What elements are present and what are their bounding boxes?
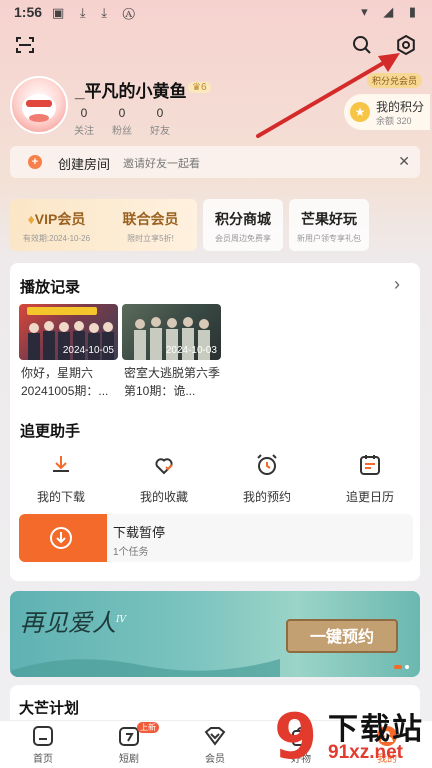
scan-icon[interactable] <box>12 32 38 58</box>
nav-label: 短剧 <box>119 754 139 765</box>
card-title: VIP会员 <box>34 211 86 227</box>
history-thumb-2[interactable]: 2024-10-03 <box>122 304 221 360</box>
close-icon[interactable]: ✕ <box>398 153 410 170</box>
card-title: 芒果好玩 <box>301 211 357 227</box>
create-room-bar[interactable]: + 创建房间 邀请好友一起看 ✕ <box>10 146 420 178</box>
room-subtitle: 邀请好友一起看 <box>123 158 200 170</box>
heart-icon <box>151 452 177 478</box>
status-bar: 1:56 ▣ ⤓ ⤓ Ⓐ ▾ ◢ ▮ <box>0 0 432 26</box>
update-calendar-button[interactable]: 追更日历 <box>335 452 405 505</box>
history-date: 2024-10-03 <box>165 345 217 356</box>
points-title: 我的积分 <box>376 100 425 114</box>
assistant-title: 追更助手 <box>20 423 81 440</box>
banner-indicator <box>394 665 402 669</box>
vip-icon <box>203 724 227 748</box>
history-title: 播放记录 <box>20 279 81 296</box>
plan-title: 大芒计划 <box>19 700 80 717</box>
union-member-card[interactable]: 联合会员 限时立享5折! <box>104 199 197 251</box>
stat-friends[interactable]: 0 好友 <box>138 106 182 137</box>
tool-label: 我的下载 <box>36 490 85 504</box>
history-thumb-1[interactable]: 2024-10-05 <box>19 304 118 360</box>
my-points-card[interactable]: ★ 我的积分 余额 320 <box>344 94 430 130</box>
coin-icon: ★ <box>350 102 370 122</box>
card-subtitle: 会员周边免费享 <box>215 234 271 243</box>
level-badge: ♛6 <box>188 82 211 93</box>
download-paused-row[interactable]: 下载暂停 1个任务 <box>19 514 413 562</box>
card-subtitle: 有效期:2024-10-26 <box>22 234 91 243</box>
my-reservations-button[interactable]: 我的预约 <box>232 452 302 505</box>
chevron-right-icon[interactable]: › <box>394 274 400 295</box>
tool-label: 我的收藏 <box>139 490 188 504</box>
plus-icon: + <box>28 155 42 169</box>
card-subtitle: 限时立享5折! <box>127 234 174 243</box>
promo-banner[interactable]: 再见爱人IV 一键预约 <box>10 591 420 677</box>
calendar-icon <box>357 452 383 478</box>
new-badge: 上新 <box>137 722 159 733</box>
stat-value: 0 <box>156 106 164 120</box>
tool-label: 我的预约 <box>242 490 291 504</box>
diamond-icon: ♦ <box>27 211 35 227</box>
download-title: 下载暂停 <box>113 525 166 540</box>
card-title: 联合会员 <box>122 211 179 227</box>
card-subtitle: 新用户领专享礼包 <box>297 234 361 243</box>
banner-indicator <box>405 665 409 669</box>
download-subtitle: 1个任务 <box>113 547 149 558</box>
avatar[interactable] <box>10 76 68 134</box>
download-icon <box>48 452 74 478</box>
banner-title: 再见爱人IV <box>20 609 127 637</box>
tool-label: 追更日历 <box>345 490 394 504</box>
card-title: 积分商城 <box>215 211 271 227</box>
history-date: 2024-10-05 <box>62 345 114 356</box>
status-time: 1:56 <box>14 4 43 20</box>
site-watermark: 9 下载站 91xz.net <box>272 700 430 766</box>
points-redeem-tag[interactable]: 积分兑会员 <box>366 73 422 88</box>
nav-label: 会员 <box>205 754 225 765</box>
one-click-reserve-button[interactable]: 一键预约 <box>286 619 398 653</box>
history-video-title[interactable]: 你好，星期六 20241005期：... <box>21 364 119 400</box>
vip-member-card[interactable]: ♦VIP会员 有效期:2024-10-26 <box>10 199 103 251</box>
nav-label: 首页 <box>33 754 53 765</box>
history-video-title[interactable]: 密室大逃脱第六季 第10期：诡... <box>124 364 222 400</box>
my-downloads-button[interactable]: 我的下载 <box>26 452 96 505</box>
points-mall-card[interactable]: 积分商城 会员周边免费享 <box>203 199 283 251</box>
svg-text:9: 9 <box>274 700 317 766</box>
nav-vip[interactable]: 会员 <box>185 724 245 765</box>
room-title: 创建房间 <box>58 157 111 172</box>
mango-fun-card[interactable]: 芒果好玩 新用户领专享礼包 <box>289 199 369 251</box>
watermark-domain: 91xz.net <box>328 742 403 763</box>
settings-icon[interactable] <box>393 32 419 58</box>
points-balance: 余额 320 <box>376 116 412 126</box>
my-favorites-button[interactable]: 我的收藏 <box>129 452 199 505</box>
username[interactable]: _平凡的小黄鱼 <box>75 77 186 102</box>
search-icon[interactable] <box>349 32 375 58</box>
stat-label: 好友 <box>150 126 170 137</box>
status-notification-icons: ▣ ⤓ ⤓ Ⓐ <box>52 5 141 20</box>
alarm-icon <box>254 452 280 478</box>
nav-home[interactable]: 首页 <box>13 724 73 765</box>
home-icon <box>31 724 55 748</box>
status-system-icons: ▾ ◢ ▮ <box>361 4 422 19</box>
download-status-icon <box>19 514 107 562</box>
